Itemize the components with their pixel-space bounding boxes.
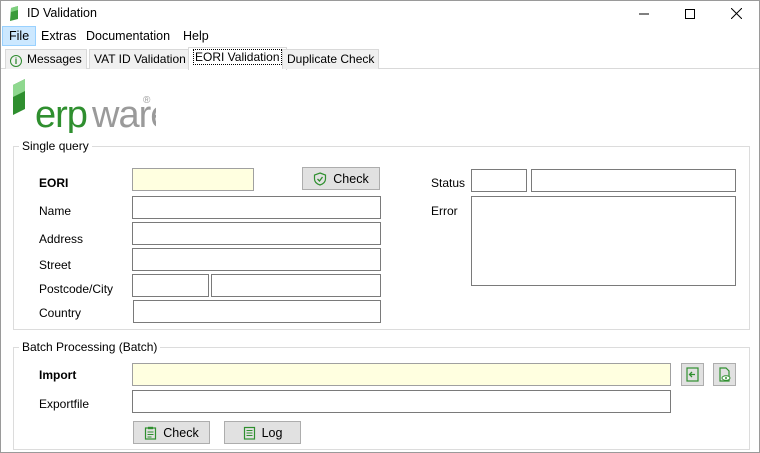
street-label: Street bbox=[39, 258, 72, 272]
status-code-field[interactable] bbox=[471, 169, 527, 192]
exportfile-input[interactable] bbox=[132, 390, 671, 413]
tab-vat-label: VAT ID Validation bbox=[94, 52, 186, 66]
exportfile-label: Exportfile bbox=[39, 397, 90, 411]
view-file-button[interactable] bbox=[713, 363, 736, 386]
erpware-logo: erp ware ® bbox=[13, 79, 156, 133]
menu-file[interactable]: File bbox=[2, 26, 37, 46]
menu-bar: File Extras Documentation Help bbox=[1, 26, 759, 46]
status-label: Status bbox=[431, 176, 466, 190]
single-query-legend: Single query bbox=[19, 139, 92, 153]
batch-processing-legend: Batch Processing (Batch) bbox=[19, 340, 161, 354]
registered-mark: ® bbox=[143, 95, 151, 106]
eori-label: EORI bbox=[39, 176, 69, 190]
window-title: ID Validation bbox=[27, 6, 97, 20]
log-label: Log bbox=[261, 425, 283, 440]
logo-text-erp: erp bbox=[35, 94, 87, 133]
menu-help[interactable]: Help bbox=[177, 26, 215, 46]
import-label: Import bbox=[39, 368, 77, 382]
close-button[interactable] bbox=[713, 1, 759, 26]
city-input[interactable] bbox=[211, 274, 381, 297]
postcode-input[interactable] bbox=[132, 274, 209, 297]
tab-duplicate-label: Duplicate Check bbox=[287, 52, 375, 66]
country-input[interactable] bbox=[133, 300, 381, 323]
status-text-field[interactable] bbox=[531, 169, 736, 192]
eori-input[interactable] bbox=[132, 168, 254, 191]
tab-eori-validation[interactable]: EORI Validation bbox=[188, 47, 287, 70]
tab-eori-label: EORI Validation bbox=[193, 49, 282, 65]
single-check-label: Check bbox=[333, 171, 369, 186]
log-button[interactable]: Log bbox=[224, 421, 301, 444]
street-input[interactable] bbox=[132, 248, 381, 271]
app-icon bbox=[10, 6, 18, 21]
country-label: Country bbox=[39, 306, 82, 320]
info-icon: i bbox=[10, 55, 22, 67]
minimize-button[interactable] bbox=[621, 1, 667, 26]
minimize-icon bbox=[639, 13, 649, 14]
maximize-icon bbox=[685, 8, 695, 19]
tab-vat-id-validation[interactable]: VAT ID Validation bbox=[89, 49, 191, 69]
name-label: Name bbox=[39, 204, 72, 218]
import-browse-button[interactable] bbox=[681, 363, 704, 386]
title-bar[interactable]: ID Validation bbox=[1, 1, 759, 26]
shield-check-icon bbox=[314, 171, 327, 186]
tab-bar: i Messages VAT ID Validation EORI Validat… bbox=[1, 47, 759, 70]
menu-documentation[interactable]: Documentation bbox=[80, 26, 176, 46]
import-input[interactable] bbox=[132, 363, 671, 386]
menu-extras[interactable]: Extras bbox=[35, 26, 82, 46]
maximize-button[interactable] bbox=[667, 1, 713, 26]
close-icon bbox=[730, 8, 742, 19]
batch-check-label: Check bbox=[163, 425, 199, 440]
batch-check-button[interactable]: Check bbox=[133, 421, 210, 444]
clipboard-check-icon bbox=[145, 426, 157, 440]
import-file-icon bbox=[686, 367, 699, 382]
tab-duplicate-check[interactable]: Duplicate Check bbox=[282, 49, 380, 69]
view-document-icon bbox=[719, 367, 731, 382]
address-label: Address bbox=[39, 232, 84, 246]
single-check-button[interactable]: Check bbox=[302, 167, 380, 190]
app-window: ID Validation File Extras Documentation … bbox=[0, 0, 760, 453]
tab-messages[interactable]: i Messages bbox=[5, 49, 87, 69]
address-input[interactable] bbox=[132, 222, 381, 245]
log-list-icon bbox=[243, 426, 255, 440]
postcode-city-label: Postcode/City bbox=[39, 282, 114, 296]
name-input[interactable] bbox=[132, 196, 381, 219]
error-textarea[interactable] bbox=[471, 196, 736, 286]
error-label: Error bbox=[431, 204, 458, 218]
tab-messages-label: Messages bbox=[27, 52, 82, 66]
